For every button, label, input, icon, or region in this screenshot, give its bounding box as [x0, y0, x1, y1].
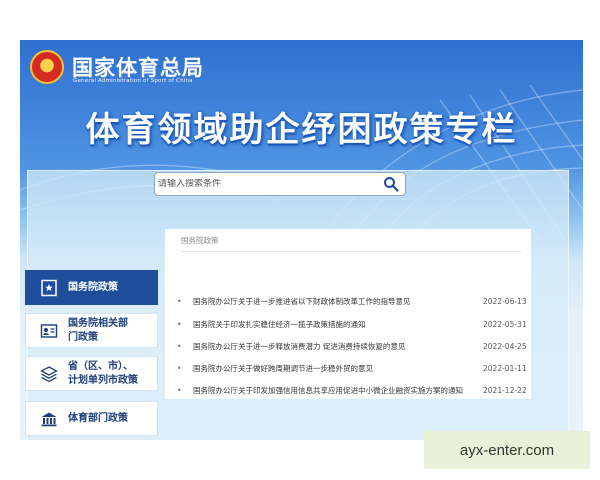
department-id-icon — [40, 323, 58, 338]
policy-date: 2022-06-13 — [483, 297, 527, 306]
banner-title: 体育领域助企纾困政策专栏 — [85, 110, 518, 150]
watermark: ayx-enter.com — [424, 431, 590, 469]
sidebar-item-label: 省（区、市）、 计划单列市政策 — [68, 360, 138, 386]
layers-icon — [40, 365, 58, 382]
list-header: 国务院政策 — [181, 236, 219, 245]
policy-date: 2022-05-31 — [483, 320, 527, 329]
emblem-star: ★ — [40, 59, 54, 75]
sidebar-item-label: 国务院相关部 门政策 — [68, 317, 128, 343]
sidebar-item-ministries[interactable]: 国务院相关部 门政策 — [25, 313, 158, 348]
bullet: • — [177, 386, 182, 395]
policy-date: 2022-01-11 — [483, 364, 527, 373]
policy-title-link[interactable]: 国务院办公厅关于印发加强信用信息共享应用促进中小微企业融资实施方案的通知 — [193, 382, 473, 399]
policy-title-link[interactable]: 国务院办公厅关于进一步释放消费潜力 促进消费持续恢复的意见 — [193, 338, 463, 355]
bullet: • — [177, 320, 182, 329]
sidebar-item-provinces[interactable]: 省（区、市）、 计划单列市政策 — [25, 356, 158, 391]
org-name-english: General Administration of Sport of China — [73, 78, 193, 84]
building-icon — [41, 412, 57, 426]
document-star-icon — [41, 279, 57, 296]
search-box[interactable] — [154, 172, 406, 196]
policy-list: 国务院政策 • 国务院办公厅关于进一步推进省以下财政体制改革工作的指导意见 2022… — [165, 229, 531, 399]
list-divider — [181, 251, 521, 252]
policy-title-link[interactable]: 国务院办公厅关于进一步推进省以下财政体制改革工作的指导意见 — [193, 293, 463, 310]
sidebar-item-sports-departments[interactable]: 体育部门政策 — [25, 401, 158, 436]
national-emblem-icon[interactable]: ★ — [30, 50, 64, 84]
sidebar-item-label: 体育部门政策 — [68, 412, 128, 424]
bullet: • — [177, 297, 182, 306]
search-input[interactable] — [158, 179, 368, 189]
policy-title-link[interactable]: 国务院办公厅关于做好跨周期调节进一步稳外贸的意见 — [193, 360, 463, 377]
bullet: • — [177, 364, 182, 373]
policy-date: 2022-04-25 — [483, 342, 527, 351]
policy-date: 2021-12-22 — [483, 386, 527, 395]
search-icon[interactable] — [383, 176, 399, 192]
bullet: • — [177, 342, 182, 351]
sidebar-item-label: 国务院政策 — [68, 281, 118, 293]
sidebar-item-state-council[interactable]: 国务院政策 — [25, 270, 158, 305]
policy-title-link[interactable]: 国务院关于印发扎实稳住经济一揽子政策措施的通知 — [193, 316, 463, 333]
